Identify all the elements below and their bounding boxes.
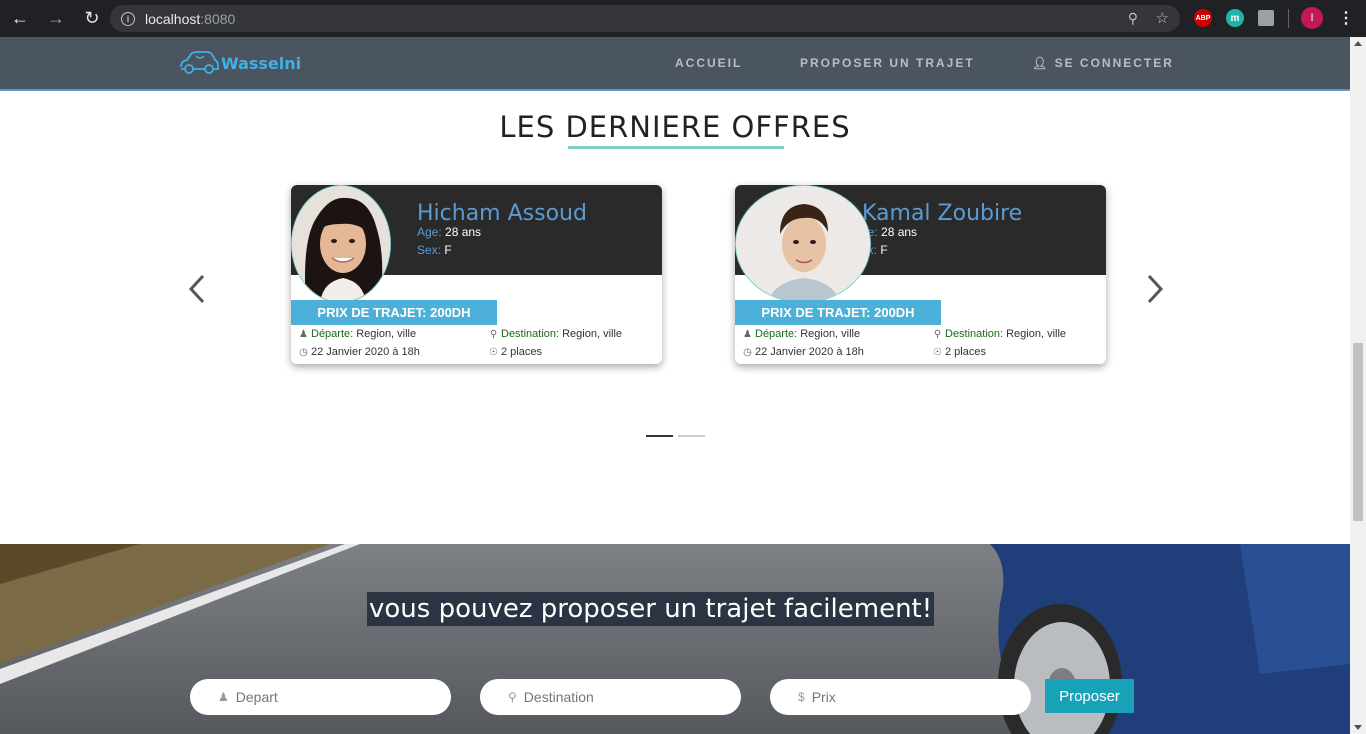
driver-avatar <box>735 185 871 303</box>
price-field[interactable]: $ <box>770 679 1031 715</box>
driver-avatar <box>291 185 391 303</box>
propose-section: vous pouvez proposer un trajet facilemen… <box>0 544 1350 734</box>
map-marker-icon: ⚲ <box>489 328 498 340</box>
bookmark-star-icon[interactable]: ☆ <box>1156 9 1169 27</box>
car-logo-icon <box>180 51 219 74</box>
carousel-indicator-1[interactable] <box>646 435 673 437</box>
destination-info: ⚲ Destination: Region, ville <box>489 328 623 340</box>
clock-icon: ◷ <box>743 346 752 358</box>
extension-grid-icon[interactable] <box>1258 10 1274 26</box>
page-scrollbar[interactable] <box>1350 37 1366 734</box>
places-info: ☉ 2 places <box>489 346 542 358</box>
departure-info: ♟ Départe: Region, ville <box>299 328 417 340</box>
carousel-prev-icon[interactable] <box>186 273 208 305</box>
propose-headline: vous pouvez proposer un trajet facilemen… <box>367 592 935 626</box>
site-logo[interactable]: Wasselni <box>178 50 301 76</box>
price-badge: PRIX DE TRAJET: 200DH <box>291 300 497 325</box>
departure-field[interactable]: ♟ <box>190 679 451 715</box>
destination-field[interactable]: ⚲ <box>480 679 741 715</box>
address-url[interactable]: localhost:8080 <box>145 11 235 27</box>
price-badge: PRIX DE TRAJET: 200DH <box>735 300 941 325</box>
toolbar-divider <box>1288 9 1289 28</box>
destination-info: ⚲ Destination: Region, ville <box>933 328 1067 340</box>
scroll-up-icon[interactable] <box>1354 41 1362 46</box>
back-icon[interactable]: ← <box>8 7 32 31</box>
title-underline <box>568 146 784 149</box>
map-marker-icon: ⚲ <box>508 690 517 704</box>
brand-name: Wasselni <box>221 53 302 73</box>
date-info: ◷ 22 Janvier 2020 à 18h <box>299 346 420 358</box>
driver-name: Kamal Zoubire <box>862 201 1023 226</box>
m-extension-icon[interactable]: m <box>1226 9 1244 27</box>
carousel-next-icon[interactable] <box>1144 273 1166 305</box>
offer-card[interactable]: Hicham Assoud Age: 28 ans Sex: F PRIX DE… <box>291 185 662 364</box>
adblock-extension-icon[interactable]: ABP <box>1194 9 1212 27</box>
dollar-icon: $ <box>798 690 805 704</box>
street-view-icon: ♟ <box>299 328 308 340</box>
scroll-thumb[interactable] <box>1353 343 1363 521</box>
propose-button[interactable]: Proposer <box>1045 679 1134 713</box>
scroll-down-icon[interactable] <box>1354 725 1362 730</box>
chrome-menu-icon[interactable]: ⋮ <box>1338 8 1354 28</box>
profile-avatar[interactable]: I <box>1301 7 1323 29</box>
nav-login-label: SE CONNECTER <box>1054 56 1174 70</box>
browser-toolbar: ← → ↻ i localhost:8080 ⚲ ☆ ABP m I ⋮ <box>0 0 1366 37</box>
driver-age: Age: 28 ans <box>417 225 482 239</box>
page-viewport: Wasselni ACCUEIL PROPOSER UN TRAJET 👤︎ S… <box>0 37 1350 734</box>
departure-input[interactable] <box>235 689 436 705</box>
users-icon: ☉ <box>489 346 498 358</box>
nav-login[interactable]: 👤︎ SE CONNECTER <box>1032 56 1174 70</box>
carousel-indicator-2[interactable] <box>678 435 705 437</box>
site-info-icon[interactable]: i <box>121 11 135 26</box>
departure-info: ♟ Départe: Region, ville <box>743 328 861 340</box>
zoom-icon[interactable]: ⚲ <box>1128 10 1138 27</box>
address-bar[interactable]: i localhost:8080 ⚲ ☆ <box>110 5 1180 32</box>
map-marker-icon: ⚲ <box>933 328 942 340</box>
nav-propose-trip[interactable]: PROPOSER UN TRAJET <box>800 56 975 70</box>
clock-icon: ◷ <box>299 346 308 358</box>
driver-name: Hicham Assoud <box>417 201 587 226</box>
carousel-indicators <box>646 435 705 437</box>
price-input[interactable] <box>811 689 1012 705</box>
nav-home[interactable]: ACCUEIL <box>675 56 742 70</box>
man-portrait-icon <box>736 186 870 302</box>
user-icon: 👤︎ <box>1032 56 1055 70</box>
users-icon: ☉ <box>933 346 942 358</box>
woman-portrait-icon <box>292 186 390 302</box>
offers-title: LES DERNIERE OFFRES <box>499 110 851 144</box>
date-info: ◷ 22 Janvier 2020 à 18h <box>743 346 864 358</box>
destination-input[interactable] <box>523 689 724 705</box>
site-navbar: Wasselni ACCUEIL PROPOSER UN TRAJET 👤︎ S… <box>0 37 1350 91</box>
street-view-icon: ♟ <box>743 328 752 340</box>
offer-card[interactable]: ge: 28 ans ex: F Kamal Zoubire PRIX DE T… <box>735 185 1106 364</box>
reload-icon[interactable]: ↻ <box>80 7 104 31</box>
street-view-icon: ♟ <box>218 690 229 704</box>
places-info: ☉ 2 places <box>933 346 986 358</box>
driver-sex: Sex: F <box>417 243 452 257</box>
forward-icon[interactable]: → <box>44 7 68 31</box>
